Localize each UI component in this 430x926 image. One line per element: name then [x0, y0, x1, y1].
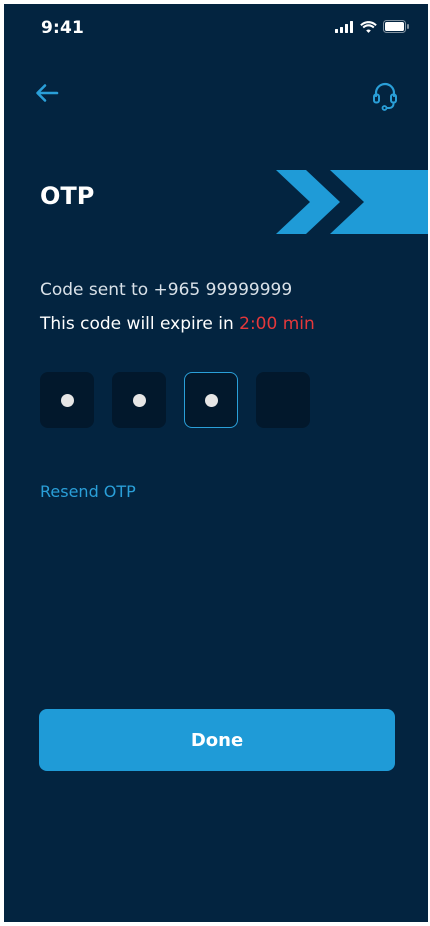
done-button[interactable]: Done [39, 709, 395, 771]
expire-countdown: 2:00 min [239, 314, 315, 334]
wifi-icon [360, 20, 377, 33]
code-sent-text: Code sent to +965 99999999 [40, 280, 293, 300]
otp-screen: 9:41 OTP Code sent to +965 99999999 This… [4, 4, 428, 922]
support-button[interactable] [368, 76, 402, 116]
back-button[interactable] [30, 76, 64, 110]
status-icons [335, 20, 410, 33]
arrow-left-icon [36, 84, 59, 102]
otp-filled-dot [132, 393, 146, 407]
status-bar: 9:41 [4, 4, 428, 56]
page-title: OTP [40, 182, 95, 210]
otp-digit-3[interactable] [184, 372, 238, 428]
expire-prefix: This code will expire in [40, 314, 240, 334]
otp-digit-2[interactable] [112, 372, 166, 428]
chevron-decoration-icon [276, 170, 428, 234]
otp-digit-4[interactable] [256, 372, 310, 428]
otp-digit-1[interactable] [40, 372, 94, 428]
otp-filled-dot [60, 393, 74, 407]
otp-input-group [40, 372, 310, 428]
expire-text: This code will expire in 2:00 min [40, 314, 315, 334]
headset-icon [373, 82, 397, 111]
battery-icon [383, 20, 409, 33]
resend-otp-link[interactable]: Resend OTP [40, 482, 136, 501]
otp-filled-dot [204, 393, 218, 407]
signal-icon [335, 20, 353, 33]
status-time: 9:41 [41, 18, 85, 38]
